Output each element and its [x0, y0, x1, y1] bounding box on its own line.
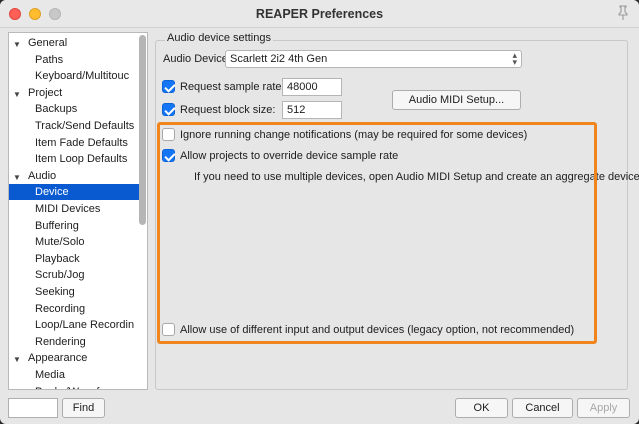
aggregate-device-info: If you need to use multiple devices, ope…	[194, 171, 639, 183]
tree-item[interactable]: Scrub/Jog	[9, 267, 139, 283]
audio-device-select[interactable]: Scarlett 2i2 4th Gen ▴ ▾	[225, 50, 522, 68]
legacy-input-output-label: Allow use of different input and output …	[180, 324, 575, 336]
ignore-change-notifications-checkbox[interactable]	[162, 128, 175, 141]
tree-item[interactable]: Backups	[9, 101, 139, 117]
tree-item[interactable]: Track/Send Defaults	[9, 118, 139, 134]
group-title: Audio device settings	[165, 32, 273, 44]
apply-button[interactable]: Apply	[577, 398, 630, 418]
tree-item[interactable]: MIDI Devices	[9, 201, 139, 217]
tree-item[interactable]: Rendering	[9, 334, 139, 350]
tree-item-label: Appearance	[28, 352, 88, 365]
request-sample-rate-label: Request sample rate:	[180, 81, 285, 93]
cancel-button[interactable]: Cancel	[512, 398, 573, 418]
tree-item-label: Rendering	[35, 335, 86, 348]
tree-item-label: Buffering	[35, 219, 79, 232]
tree-item-label: Backups	[35, 103, 78, 116]
allow-override-sample-rate-checkbox[interactable]	[162, 149, 175, 162]
tree-item-label: Audio	[28, 169, 57, 182]
tree-item[interactable]: ▼ Project	[9, 85, 139, 101]
tree-item[interactable]: Paths	[9, 52, 139, 68]
window-title: REAPER Preferences	[255, 7, 384, 21]
block-size-input[interactable]: 512	[282, 101, 342, 119]
tree-item-label: Item Loop Defaults	[35, 153, 128, 166]
tree-item-label: Scrub/Jog	[35, 269, 85, 282]
tree-item-label: Loop/Lane Recordin	[35, 319, 135, 332]
tree-item[interactable]: ▼ General	[9, 35, 139, 51]
tree-item-label: MIDI Devices	[35, 203, 101, 215]
tree-item[interactable]: ▼ Appearance	[9, 350, 139, 366]
tree-item-label: Device	[35, 186, 69, 199]
sample-rate-input[interactable]: 48000	[282, 78, 342, 96]
allow-override-sample-rate-label: Allow projects to override device sample…	[180, 150, 399, 162]
tree-item[interactable]: Loop/Lane Recordin	[9, 317, 139, 333]
request-block-size-checkbox[interactable]	[162, 103, 175, 116]
tree-item-label: Project	[28, 86, 63, 99]
tree-item[interactable]: Mute/Solo	[9, 234, 139, 250]
expand-chevron-icon[interactable]: ▼	[13, 170, 21, 184]
expand-chevron-icon[interactable]: ▼	[13, 352, 21, 366]
tree-item[interactable]: Seeking	[9, 284, 139, 300]
audio-device-label: Audio Device:	[163, 53, 231, 65]
audio-midi-setup-button[interactable]: Audio MIDI Setup...	[392, 90, 521, 110]
tree-item-label: Paths	[35, 53, 64, 66]
find-input[interactable]	[8, 398, 58, 418]
tree-item[interactable]: Item Loop Defaults	[9, 151, 139, 167]
select-chevron-icon: ▴ ▾	[512, 50, 517, 67]
preferences-window: REAPER Preferences Peaks/Waveforms Media ▼…	[0, 0, 639, 424]
tree-item[interactable]: Keyboard/Multitouc	[9, 68, 139, 84]
preferences-tree[interactable]: Peaks/Waveforms Media ▼ Appearance Rendering…	[8, 32, 148, 390]
tree-item-label: Playback	[35, 252, 80, 265]
tree-item[interactable]: Playback	[9, 251, 139, 267]
tree-item[interactable]: Media	[9, 367, 139, 383]
tree-item[interactable]: Buffering	[9, 218, 139, 234]
request-block-size-label: Request block size:	[180, 104, 276, 116]
find-button[interactable]: Find	[62, 398, 105, 418]
tree-item-label: Recording	[35, 302, 86, 315]
title-bar: REAPER Preferences	[0, 0, 639, 28]
tree-item-label: Media	[35, 369, 65, 381]
tree-item-label: Seeking	[35, 286, 75, 298]
tree-item[interactable]: Item Fade Defaults	[9, 135, 139, 151]
pin-icon[interactable]	[615, 4, 631, 22]
legacy-input-output-checkbox[interactable]	[162, 323, 175, 336]
tree-item[interactable]: Device	[9, 184, 139, 201]
ok-button[interactable]: OK	[455, 398, 508, 418]
tree-scrollbar[interactable]	[139, 35, 146, 225]
tree-item-label: Item Fade Defaults	[35, 136, 128, 149]
tree-item[interactable]: Recording	[9, 301, 139, 317]
ignore-change-notifications-label: Ignore running change notifications (may…	[180, 129, 528, 141]
tree-item-label: Mute/Solo	[35, 236, 85, 249]
tree-item[interactable]: ▼ Audio	[9, 168, 139, 184]
request-sample-rate-checkbox[interactable]	[162, 80, 175, 93]
audio-device-value: Scarlett 2i2 4th Gen	[230, 53, 328, 65]
tree-item-label: Keyboard/Multitouc	[35, 70, 130, 83]
tree-item-label: Peaks/Waveforms	[35, 386, 124, 389]
tree-item-label: Track/Send Defaults	[35, 120, 135, 132]
tree-item[interactable]: Peaks/Waveforms	[9, 384, 139, 389]
expand-chevron-icon[interactable]: ▼	[13, 87, 21, 101]
tree-item-label: General	[28, 37, 68, 49]
expand-chevron-icon[interactable]: ▼	[13, 37, 21, 51]
